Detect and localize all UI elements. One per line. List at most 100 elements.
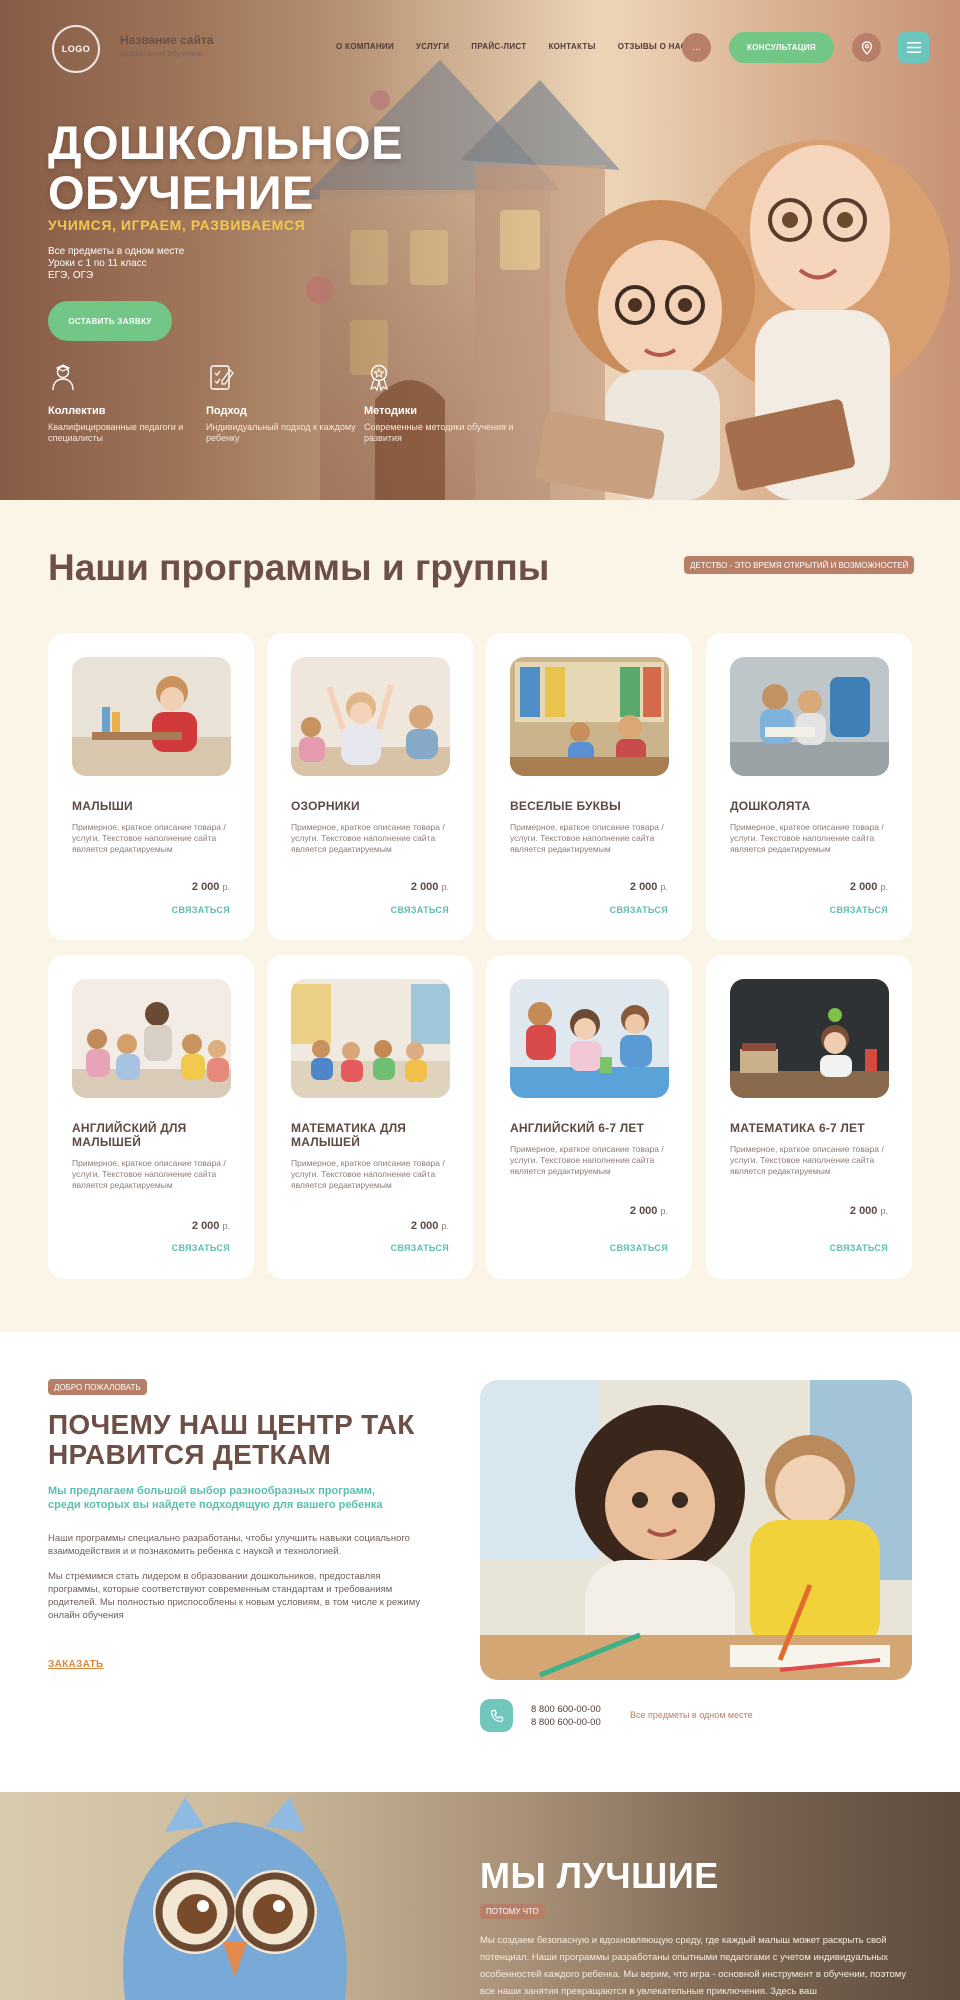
contact-link[interactable]: СВЯЗАТЬСЯ — [610, 1243, 668, 1253]
program-card[interactable]: ВЕСЕЛЫЕ БУКВЫ Примерное, краткое описани… — [486, 633, 692, 940]
price-currency: р. — [441, 1221, 449, 1231]
map-pin-icon — [861, 40, 872, 55]
price-value: 2 000 — [629, 1205, 658, 1217]
phone-number[interactable]: 8 800 600-00-00 — [531, 1703, 601, 1716]
why-title: ПОЧЕМУ НАШ ЦЕНТР ТАК НРАВИТСЯ ДЕТКАМ — [48, 1409, 415, 1470]
programs-title: Наши программы и группы — [48, 547, 550, 588]
menu-button[interactable] — [898, 32, 929, 63]
program-card[interactable]: МАЛЫШИ Примерное, краткое описание товар… — [48, 633, 254, 940]
nav-item-about[interactable]: О КОМПАНИИ — [336, 42, 394, 51]
order-link[interactable]: ЗАКАЗАТЬ — [48, 1659, 104, 1670]
why-section: ДОБРО ПОЖАЛОВАТЬ ПОЧЕМУ НАШ ЦЕНТР ТАК НР… — [0, 1332, 960, 1792]
program-price: 2 000 р. — [411, 1220, 449, 1232]
site-header: LOGO Название сайта дошкольное обучение … — [0, 0, 960, 96]
hero-info-line: ЕГЭ, ОГЭ — [48, 270, 94, 281]
program-description: Примерное, краткое описание товара / усл… — [291, 1158, 445, 1190]
hero-title: ДОШКОЛЬНОЕ ОБУЧЕНИЕ — [48, 116, 403, 219]
feature-title: Методики — [364, 405, 417, 417]
program-card[interactable]: АНГЛИЙСКИЙ 6-7 ЛЕТ Примерное, краткое оп… — [486, 955, 692, 1279]
more-button[interactable]: ... — [682, 33, 711, 62]
all-subjects-text: Все предметы в одном месте — [630, 1710, 753, 1720]
price-value: 2 000 — [191, 881, 220, 893]
price-currency: р. — [441, 882, 449, 892]
apply-button[interactable]: ОСТАВИТЬ ЗАЯВКУ — [48, 301, 172, 341]
program-photo — [72, 979, 231, 1098]
contact-link[interactable]: СВЯЗАТЬСЯ — [610, 905, 668, 915]
award-icon — [370, 364, 388, 392]
program-photo — [510, 657, 669, 776]
price-currency: р. — [660, 1206, 668, 1216]
program-description: Примерное, краткое описание товара / усл… — [291, 822, 445, 854]
program-description: Примерное, краткое описание товара / усл… — [72, 1158, 226, 1190]
program-price: 2 000 р. — [192, 881, 230, 893]
best-description: Мы создаем безопасную и вдохновляющую ср… — [480, 1935, 907, 1997]
nav-item-reviews[interactable]: ОТЗЫВЫ О НАС — [618, 42, 687, 51]
phone-button[interactable] — [480, 1699, 513, 1732]
program-photo — [291, 657, 450, 776]
price-currency: р. — [880, 882, 888, 892]
menu-icon — [906, 42, 921, 53]
price-value: 2 000 — [410, 1220, 439, 1232]
program-description: Примерное, краткое описание товара / усл… — [510, 822, 664, 854]
program-title: МАЛЫШИ — [72, 799, 133, 813]
feature-description: Квалифицированные педагоги и специалисты — [48, 422, 184, 443]
program-title: МАТЕМАТИКА 6-7 ЛЕТ — [730, 1121, 865, 1135]
program-card[interactable]: ДОШКОЛЯТА Примерное, краткое описание то… — [706, 633, 912, 940]
program-photo — [510, 979, 669, 1098]
program-description: Примерное, краткое описание товара / усл… — [72, 822, 226, 854]
contact-link[interactable]: СВЯЗАТЬСЯ — [830, 905, 888, 915]
contact-link[interactable]: СВЯЗАТЬСЯ — [391, 1243, 449, 1253]
program-title: АНГЛИЙСКИЙ 6-7 ЛЕТ — [510, 1121, 645, 1135]
contact-link[interactable]: СВЯЗАТЬСЯ — [391, 905, 449, 915]
price-currency: р. — [222, 882, 230, 892]
consultation-button[interactable]: КОНСУЛЬТАЦИЯ — [729, 32, 834, 63]
program-photo — [291, 979, 450, 1098]
hero-info: Все предметы в одном месте Уроки с 1 по … — [48, 246, 288, 282]
hero-info-line: Все предметы в одном месте — [48, 246, 185, 257]
program-card[interactable]: МАТЕМАТИКА ДЛЯ МАЛЫШЕЙ Примерное, кратко… — [267, 955, 473, 1279]
best-section: МЫ ЛУЧШИЕ ПОТОМУ ЧТО Мы создаем безопасн… — [0, 1792, 960, 2000]
program-description: Примерное, краткое описание товара / усл… — [730, 1144, 884, 1176]
feature-description: Современные методики обучения и развития — [364, 422, 514, 443]
checklist-icon — [210, 365, 234, 390]
contact-link[interactable]: СВЯЗАТЬСЯ — [172, 905, 230, 915]
contact-link[interactable]: СВЯЗАТЬСЯ — [172, 1243, 230, 1253]
price-value: 2 000 — [849, 881, 878, 893]
hero-info-line: Уроки с 1 по 11 класс — [48, 258, 147, 269]
nav-item-price-list[interactable]: ПРАЙС-ЛИСТ — [471, 42, 526, 51]
best-title: МЫ ЛУЧШИЕ — [480, 1855, 719, 1896]
location-button[interactable] — [852, 33, 881, 62]
contact-link[interactable]: СВЯЗАТЬСЯ — [830, 1243, 888, 1253]
girl-drawing-photo — [480, 1380, 912, 1680]
because-badge: ПОТОМУ ЧТО — [480, 1904, 545, 1919]
logo[interactable]: LOGO — [52, 25, 100, 73]
program-card[interactable]: АНГЛИЙСКИЙ ДЛЯ МАЛЫШЕЙ Примерное, кратко… — [48, 955, 254, 1279]
program-title: АНГЛИЙСКИЙ ДЛЯ МАЛЫШЕЙ — [72, 1121, 187, 1149]
program-price: 2 000 р. — [411, 881, 449, 893]
price-value: 2 000 — [191, 1220, 220, 1232]
phone-numbers: 8 800 600-00-00 8 800 600-00-00 — [531, 1703, 601, 1729]
program-photo — [730, 657, 889, 776]
program-price: 2 000 р. — [850, 881, 888, 893]
hero-tagline: УЧИМСЯ, ИГРАЕМ, РАЗВИВАЕМСЯ — [48, 217, 306, 233]
program-price: 2 000 р. — [630, 881, 668, 893]
site-subtitle: дошкольное обучение — [120, 49, 203, 58]
program-title: ОЗОРНИКИ — [291, 799, 360, 813]
program-card[interactable]: ОЗОРНИКИ Примерное, краткое описание тов… — [267, 633, 473, 940]
nav-item-services[interactable]: УСЛУГИ — [416, 42, 449, 51]
program-card[interactable]: МАТЕМАТИКА 6-7 ЛЕТ Примерное, краткое оп… — [706, 955, 912, 1279]
price-currency: р. — [880, 1206, 888, 1216]
teacher-icon — [52, 364, 74, 391]
nav-item-contacts[interactable]: КОНТАКТЫ — [548, 42, 595, 51]
why-paragraph: Наши программы специально разработаны, ч… — [48, 1533, 410, 1557]
program-photo — [730, 979, 889, 1098]
site-name: Название сайта — [120, 33, 214, 47]
feature-team: Коллектив Квалифицированные педагоги и с… — [48, 362, 198, 444]
programs-section: Наши программы и группы ДЕТСТВО - ЭТО ВР… — [0, 500, 960, 1332]
phone-number[interactable]: 8 800 600-00-00 — [531, 1716, 601, 1729]
kids-illustration — [535, 140, 950, 500]
programs-badge: ДЕТСТВО - ЭТО ВРЕМЯ ОТКРЫТИЙ И ВОЗМОЖНОС… — [684, 556, 915, 574]
program-description: Примерное, краткое описание товара / усл… — [730, 822, 884, 854]
program-price: 2 000 р. — [630, 1205, 668, 1217]
program-title: ДОШКОЛЯТА — [730, 799, 811, 813]
